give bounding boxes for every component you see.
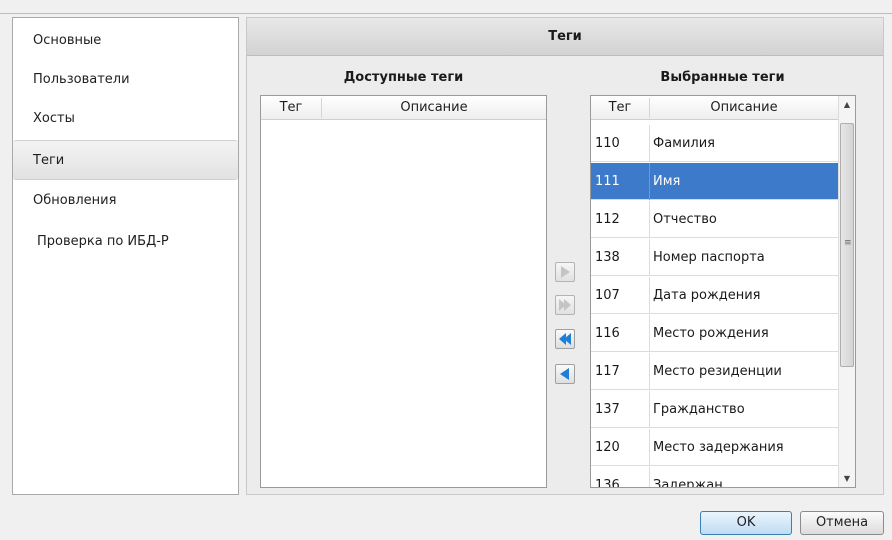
- column-header-tag[interactable]: Тег: [591, 96, 649, 120]
- sidebar-item-label: Хосты: [33, 111, 75, 126]
- tag-cell: 112: [595, 212, 620, 227]
- cell-divider: [649, 239, 650, 276]
- cell-divider: [649, 277, 650, 314]
- move-left-button[interactable]: [555, 364, 575, 384]
- sidebar-item-label: Обновления: [33, 193, 117, 208]
- table-row[interactable]: 136 Задержан: [591, 467, 854, 488]
- arrow-right-icon: [561, 266, 570, 278]
- table-row[interactable]: 116 Место рождения: [591, 315, 854, 352]
- sidebar-item-general[interactable]: Основные: [13, 21, 238, 61]
- tags-panel: Теги Доступные теги Выбранные теги Тег О…: [246, 17, 884, 495]
- panel-title: Теги: [247, 18, 883, 56]
- tag-cell: 110: [595, 136, 620, 151]
- move-right-button[interactable]: [555, 262, 575, 282]
- window-top-edge: [0, 0, 892, 14]
- tag-cell: 117: [595, 364, 620, 379]
- cell-divider: [649, 391, 650, 428]
- available-tags-list[interactable]: Тег Описание: [260, 95, 547, 488]
- sidebar-item-hosts[interactable]: Хосты: [13, 99, 238, 139]
- selected-list-header: Тег Описание: [591, 96, 855, 120]
- cell-divider: [649, 467, 650, 487]
- double-arrow-right-icon: [559, 299, 571, 311]
- ok-button[interactable]: OK: [700, 511, 792, 535]
- cell-divider: [649, 353, 650, 390]
- tag-cell: 136: [595, 478, 620, 488]
- description-cell: Имя: [653, 174, 681, 189]
- move-all-left-button[interactable]: [555, 329, 575, 349]
- description-cell: Отчество: [653, 212, 717, 227]
- cell-divider: [649, 429, 650, 466]
- description-cell: Место рождения: [653, 326, 769, 341]
- scrollbar-thumb[interactable]: ≡: [840, 123, 854, 367]
- settings-sidebar: Основные Пользователи Хосты Теги Обновле…: [12, 17, 239, 495]
- tag-cell: 137: [595, 402, 620, 417]
- description-cell: Задержан: [653, 478, 723, 488]
- cell-divider: [649, 315, 650, 352]
- scroll-up-icon[interactable]: ▲: [839, 96, 855, 113]
- table-row[interactable]: 112 Отчество: [591, 201, 854, 238]
- grip-icon: ≡: [844, 238, 852, 248]
- cell-divider: [649, 201, 650, 238]
- vertical-scrollbar[interactable]: ▲ ≡ ▼: [838, 96, 855, 487]
- table-row[interactable]: 117 Место резиденции: [591, 353, 854, 390]
- sidebar-item-label: Основные: [33, 33, 102, 48]
- selected-tags-list[interactable]: Тег Описание 110 Фамилия 111 Имя 112 Отч…: [590, 95, 856, 488]
- table-row[interactable]: 110 Фамилия: [591, 125, 854, 162]
- arrow-left-icon: [560, 368, 569, 380]
- description-cell: Фамилия: [653, 136, 715, 151]
- table-row[interactable]: 107 Дата рождения: [591, 277, 854, 314]
- cell-divider: [649, 163, 650, 200]
- sidebar-item-users[interactable]: Пользователи: [13, 60, 238, 100]
- description-cell: Гражданство: [653, 402, 745, 417]
- description-cell: Дата рождения: [653, 288, 761, 303]
- sidebar-item-label: Пользователи: [33, 72, 130, 87]
- tag-cell: 138: [595, 250, 620, 265]
- column-header-description[interactable]: Описание: [322, 96, 546, 120]
- sidebar-item-ibd-check[interactable]: Проверка по ИБД-Р: [13, 222, 238, 262]
- sidebar-item-updates[interactable]: Обновления: [13, 181, 238, 221]
- available-tags-label: Доступные теги: [343, 70, 464, 85]
- description-cell: Место резиденции: [653, 364, 782, 379]
- table-row[interactable]: 138 Номер паспорта: [591, 239, 854, 276]
- available-list-header: Тег Описание: [261, 96, 546, 120]
- tag-cell: 111: [595, 174, 620, 189]
- tag-cell: 120: [595, 440, 620, 455]
- cell-divider: [649, 125, 650, 162]
- description-cell: Место задержания: [653, 440, 784, 455]
- tag-cell: 107: [595, 288, 620, 303]
- description-cell: Номер паспорта: [653, 250, 765, 265]
- cancel-button[interactable]: Отмена: [800, 511, 884, 535]
- column-header-description[interactable]: Описание: [650, 96, 838, 120]
- table-row[interactable]: 120 Место задержания: [591, 429, 854, 466]
- table-row[interactable]: 111 Имя: [591, 163, 854, 200]
- move-all-right-button[interactable]: [555, 295, 575, 315]
- table-row[interactable]: 137 Гражданство: [591, 391, 854, 428]
- selected-tags-label: Выбранные теги: [660, 70, 785, 85]
- tag-cell: 116: [595, 326, 620, 341]
- scroll-down-icon[interactable]: ▼: [839, 470, 855, 487]
- sidebar-item-tags[interactable]: Теги: [13, 140, 238, 180]
- double-arrow-left-icon: [559, 333, 571, 345]
- column-header-tag[interactable]: Тег: [261, 96, 321, 120]
- sidebar-item-label: Проверка по ИБД-Р: [37, 234, 169, 249]
- sidebar-item-label: Теги: [33, 153, 65, 168]
